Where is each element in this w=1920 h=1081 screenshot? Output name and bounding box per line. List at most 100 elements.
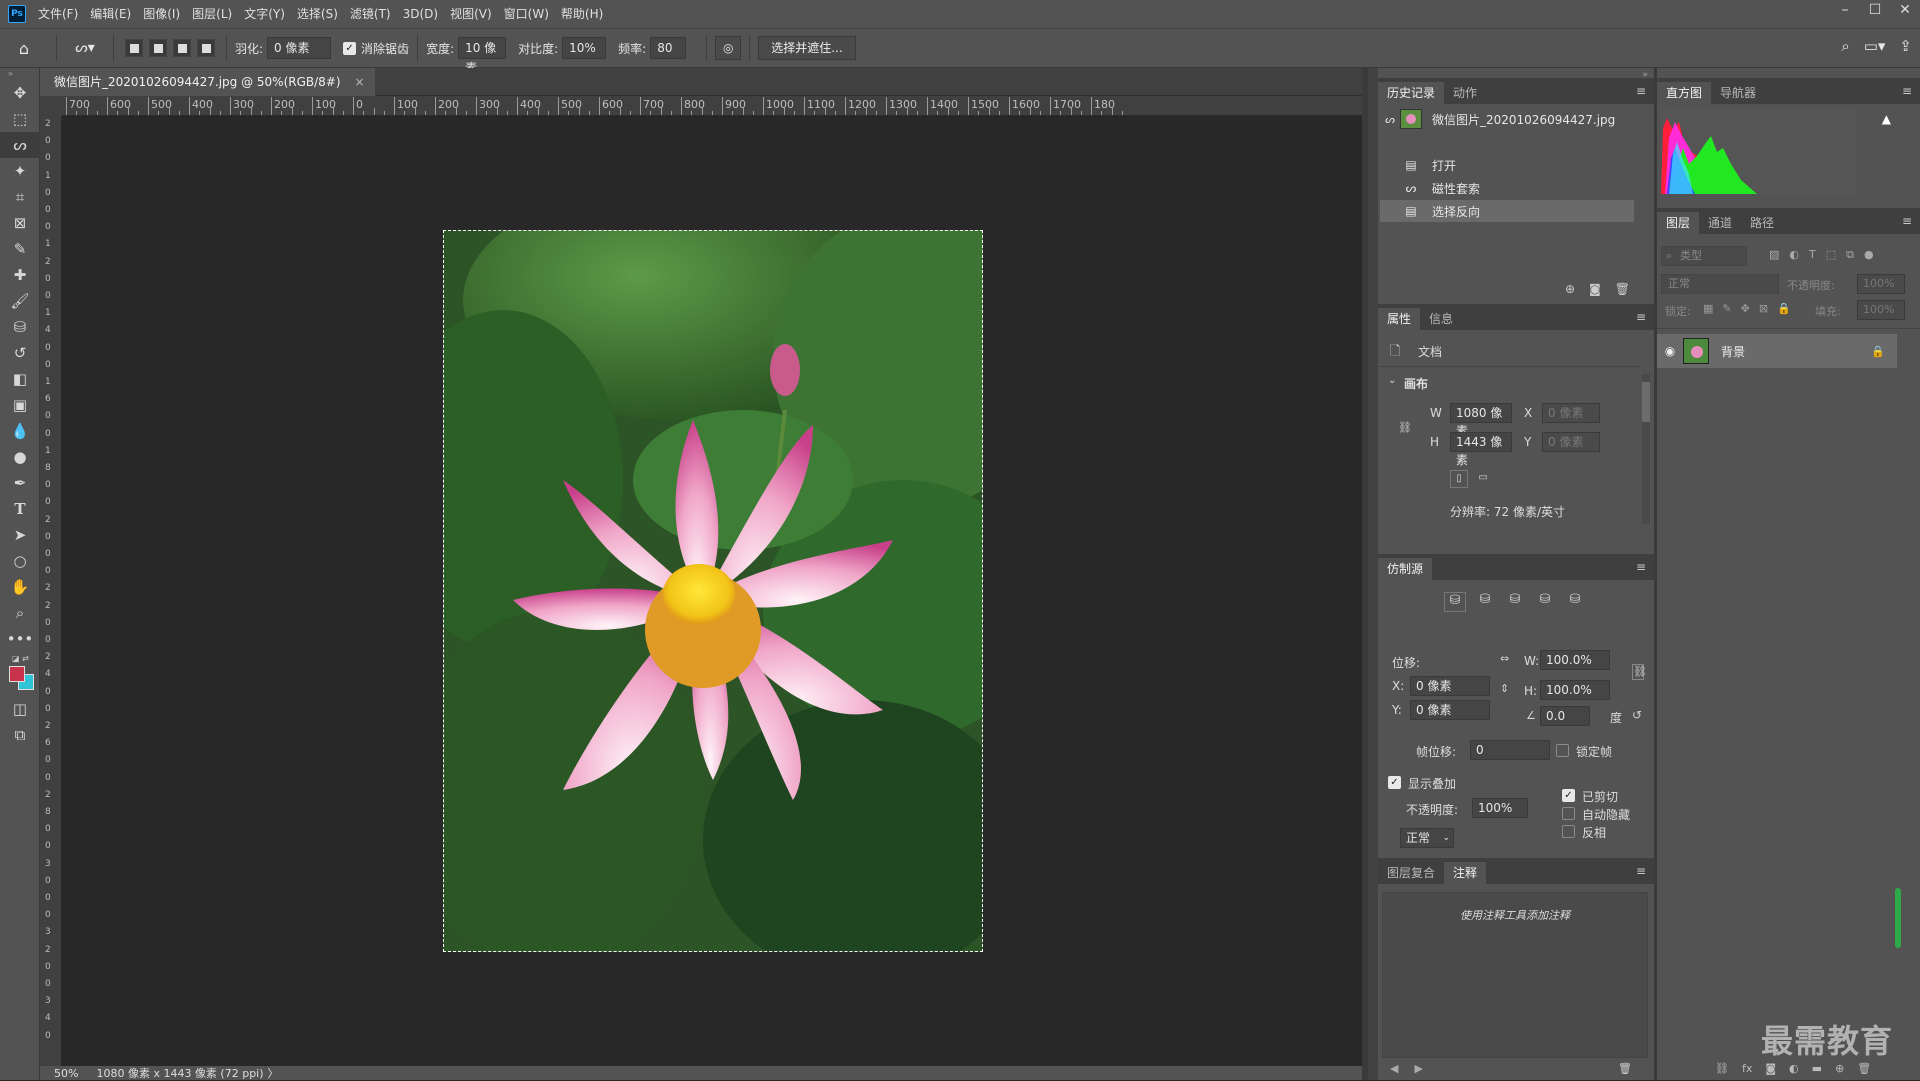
invert-checkbox[interactable] <box>1562 825 1575 838</box>
clone-source-1-icon[interactable]: ⛁ <box>1444 592 1466 612</box>
menu-item[interactable]: 窗口(W) <box>498 0 555 28</box>
canvas-height-input[interactable]: 1443 像素 <box>1450 432 1512 467</box>
menu-item[interactable]: 视图(V) <box>444 0 498 28</box>
canvas-x-input[interactable]: 0 像素 <box>1542 403 1600 423</box>
status-menu-icon[interactable]: 〉 <box>268 1065 279 1081</box>
magic-wand-tool-icon[interactable]: ✦ <box>0 158 40 184</box>
panel-menu-icon[interactable]: ≡ <box>1636 864 1646 878</box>
vertical-ruler[interactable]: 2 0 0 1 0 0 0 1 2 0 0 1 4 0 0 1 6 0 0 1 8 0 0 2 0 0 0 2 2 0 0 2 4 0 0 2 6 0 0 2… <box>40 116 62 1066</box>
filter-pixel-icon[interactable]: ▨ <box>1769 248 1779 262</box>
foreground-color-swatch[interactable] <box>9 666 25 682</box>
lock-transparent-icon[interactable]: ▦ <box>1703 302 1713 315</box>
menu-item[interactable]: 文字(Y) <box>238 0 291 28</box>
minimize-icon[interactable]: – <box>1830 0 1860 22</box>
trash-icon[interactable]: 🗑 <box>1615 282 1630 296</box>
tab-paths[interactable]: 路径 <box>1741 212 1783 234</box>
layer-lock-icon[interactable]: 🔒 <box>1871 345 1897 358</box>
layer-style-icon[interactable]: fx <box>1742 1062 1752 1075</box>
home-icon[interactable]: ⌂ <box>0 39 48 58</box>
select-and-mask-button[interactable]: 选择并遮住... <box>758 36 856 60</box>
intersect-selection-icon[interactable] <box>197 39 215 57</box>
menu-item[interactable]: 文件(F) <box>32 0 84 28</box>
menu-item[interactable]: 图层(L) <box>186 0 238 28</box>
ellipse-tool-icon[interactable]: ○ <box>0 548 40 574</box>
lock-artboard-icon[interactable]: ⊠ <box>1759 302 1768 315</box>
blend-mode-select[interactable]: 正常 <box>1661 274 1779 294</box>
delete-note-icon[interactable]: 🗑 <box>1618 1062 1632 1075</box>
eraser-tool-icon[interactable]: ◧ <box>0 366 40 392</box>
canvas-width-input[interactable]: 1080 像素 <box>1450 403 1512 438</box>
contrast-input[interactable]: 10% <box>562 37 607 59</box>
history-snapshot[interactable]: ᔕ 微信图片_20201026094427.jpg <box>1380 108 1634 130</box>
notes-area[interactable]: 使用注释工具添加注释 <box>1382 892 1648 1058</box>
tab-info[interactable]: 信息 <box>1420 308 1462 330</box>
camera-snapshot-icon[interactable]: ◙ <box>1589 282 1601 296</box>
default-colors-icon[interactable]: ◪ ⇄ <box>12 654 29 663</box>
histogram-warning-icon[interactable]: ▲ <box>1882 112 1891 126</box>
flip-horizontal-icon[interactable]: ⇔ <box>1500 652 1509 665</box>
type-tool-icon[interactable]: T <box>0 496 40 522</box>
gradient-tool-icon[interactable]: ▣ <box>0 392 40 418</box>
link-layers-icon[interactable]: ⛓ <box>1715 1062 1729 1075</box>
history-item[interactable]: ▤ 选择反向 <box>1380 200 1634 222</box>
share-icon[interactable]: ⇪ <box>1899 37 1912 55</box>
collapse-chevron-icon[interactable]: ⌄ <box>1388 375 1396 386</box>
layers-scroll-indicator[interactable] <box>1895 888 1901 948</box>
canvas-y-input[interactable]: 0 像素 <box>1542 432 1600 452</box>
clone-source-4-icon[interactable]: ⛁ <box>1534 592 1556 612</box>
add-selection-icon[interactable] <box>149 39 167 57</box>
menu-item[interactable]: 选择(S) <box>291 0 344 28</box>
zoom-level[interactable]: 50% <box>54 1067 78 1080</box>
scale-h-input[interactable]: 100.0% <box>1540 680 1610 700</box>
panel-menu-icon[interactable]: ≡ <box>1902 214 1912 228</box>
filter-type-icon[interactable]: T <box>1809 248 1816 262</box>
maximize-icon[interactable]: ☐ <box>1860 0 1890 22</box>
panel-menu-icon[interactable]: ≡ <box>1902 84 1912 98</box>
ruler-origin[interactable] <box>40 96 62 116</box>
add-mask-icon[interactable]: ◙ <box>1765 1062 1776 1075</box>
overlay-opacity-input[interactable]: 100% <box>1472 798 1528 818</box>
fill-input[interactable]: 100% <box>1857 300 1905 320</box>
filter-shape-icon[interactable]: ⬚ <box>1826 248 1836 262</box>
history-item[interactable]: ᔕ 磁性套索 <box>1380 177 1634 199</box>
clone-source-3-icon[interactable]: ⛁ <box>1504 592 1526 612</box>
pen-tool-icon[interactable]: ✒ <box>0 470 40 496</box>
history-item[interactable]: ▤ 打开 <box>1380 154 1634 176</box>
marquee-tool-icon[interactable]: ⬚ <box>0 106 40 132</box>
move-tool-icon[interactable]: ✥ <box>0 80 40 106</box>
history-brush-tool-icon[interactable]: ↺ <box>0 340 40 366</box>
menu-item[interactable]: 编辑(E) <box>84 0 137 28</box>
tab-navigator[interactable]: 导航器 <box>1711 82 1765 104</box>
new-layer-icon[interactable]: ⊕ <box>1835 1062 1844 1075</box>
previous-note-icon[interactable]: ◀ <box>1390 1062 1398 1075</box>
lock-frame-checkbox[interactable] <box>1556 744 1569 757</box>
tab-layer-comps[interactable]: 图层复合 <box>1378 862 1444 884</box>
tab-history[interactable]: 历史记录 <box>1378 82 1445 104</box>
zoom-tool-icon[interactable]: ⌕ <box>0 600 40 626</box>
lotus-image[interactable] <box>443 230 983 952</box>
frame-tool-icon[interactable]: ⊠ <box>0 210 40 236</box>
search-icon[interactable]: ⌕ <box>1841 37 1849 55</box>
menu-item[interactable]: 图像(I) <box>137 0 186 28</box>
feather-input[interactable]: 0 像素 <box>267 37 332 59</box>
new-group-icon[interactable]: ▬ <box>1812 1062 1822 1075</box>
crop-tool-icon[interactable]: ⌗ <box>0 184 40 210</box>
filter-smart-object-icon[interactable]: ⧉ <box>1846 248 1854 262</box>
frequency-input[interactable]: 80 <box>650 37 687 59</box>
clone-stamp-tool-icon[interactable]: ⛁ <box>0 314 40 340</box>
adjustment-layer-icon[interactable]: ◐ <box>1789 1062 1799 1075</box>
maintain-aspect-link-icon[interactable]: ⛓ <box>1632 664 1647 680</box>
subtract-selection-icon[interactable] <box>173 39 191 57</box>
next-note-icon[interactable]: ▶ <box>1414 1062 1422 1075</box>
document-tab[interactable]: 微信图片_20201026094427.jpg @ 50%(RGB/8#) × <box>40 68 375 96</box>
quick-mask-icon[interactable]: ◫ <box>0 696 40 722</box>
width-input[interactable]: 10 像素 <box>458 37 507 75</box>
delete-layer-icon[interactable]: 🗑 <box>1857 1062 1871 1075</box>
rotation-input[interactable]: 0.0 <box>1540 706 1590 726</box>
visibility-eye-icon[interactable]: ◉ <box>1657 344 1683 358</box>
landscape-orientation-icon[interactable]: ▭ <box>1474 470 1492 488</box>
antialias-checkbox[interactable]: ✓ <box>343 41 357 55</box>
clone-source-5-icon[interactable]: ⛁ <box>1564 592 1586 612</box>
close-window-icon[interactable]: ✕ <box>1890 0 1920 22</box>
layer-filter-select[interactable]: ⌕ 类型 <box>1661 246 1747 266</box>
